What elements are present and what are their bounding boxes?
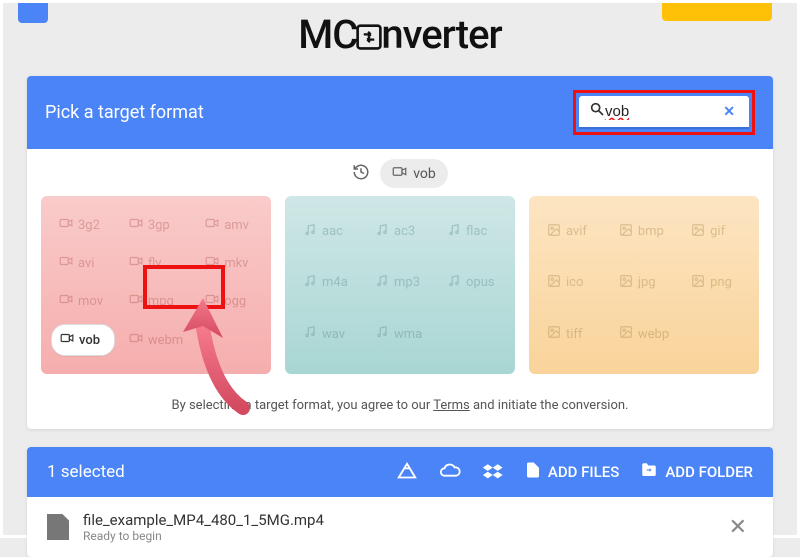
format-avi[interactable]: avi xyxy=(51,248,115,278)
video-icon xyxy=(59,254,73,272)
terms-line: By selecting a target format, you agree … xyxy=(27,388,773,429)
format-ac3[interactable]: ac3 xyxy=(367,210,433,253)
search-input[interactable] xyxy=(605,103,719,120)
search-highlight-box: ✕ xyxy=(573,90,755,135)
format-amv[interactable]: amv xyxy=(197,210,261,240)
format-flac[interactable]: flac xyxy=(439,210,505,253)
format-3gp[interactable]: 3gp xyxy=(121,210,191,240)
image-icon xyxy=(691,274,705,292)
onedrive-icon[interactable] xyxy=(438,461,462,483)
format-aac[interactable]: aac xyxy=(295,210,361,253)
format-bmp[interactable]: bmp xyxy=(611,210,677,253)
format-png[interactable]: png xyxy=(683,261,749,304)
image-icon xyxy=(547,223,561,241)
file-name: file_example_MP4_480_1_5MG.mp4 xyxy=(83,511,709,529)
file-plus-icon xyxy=(524,461,542,483)
video-icon xyxy=(129,292,143,310)
files-panel: 1 selected ADD FILES ADD FOLDER file_exa… xyxy=(27,447,773,557)
search-box[interactable]: ✕ xyxy=(579,96,749,129)
format-mpg[interactable]: mpg xyxy=(121,286,191,316)
audio-icon xyxy=(447,274,461,292)
file-status: Ready to begin xyxy=(83,529,709,543)
video-icon xyxy=(129,254,143,272)
audio-icon xyxy=(303,325,317,343)
image-icon xyxy=(619,274,633,292)
history-icon[interactable] xyxy=(352,163,370,185)
format-col-image: avifbmpgif icojpgpng tiffwebp xyxy=(529,196,759,374)
image-icon xyxy=(619,325,633,343)
gdrive-icon[interactable] xyxy=(396,461,418,483)
recent-chip-vob[interactable]: vob xyxy=(380,159,448,188)
format-gif[interactable]: gif xyxy=(683,210,749,253)
image-icon xyxy=(619,223,633,241)
recent-chip-label: vob xyxy=(413,166,436,182)
audio-icon xyxy=(447,223,461,241)
folder-plus-icon xyxy=(639,461,659,483)
panel-title: Pick a target format xyxy=(45,102,204,123)
format-mov[interactable]: mov xyxy=(51,286,115,316)
format-grid: 3g23gpamv aviflvmkv movmpgogg vobwebm aacac… xyxy=(27,196,773,388)
top-cta-button[interactable] xyxy=(662,3,772,21)
format-flv[interactable]: flv xyxy=(121,248,191,278)
file-icon xyxy=(47,514,69,540)
video-icon xyxy=(60,331,74,349)
audio-icon xyxy=(303,223,317,241)
recent-row: vob xyxy=(27,149,773,196)
terms-link[interactable]: Terms xyxy=(433,398,470,413)
format-mkv[interactable]: mkv xyxy=(197,248,261,278)
brand-suffix: nverter xyxy=(381,11,501,58)
format-jpg[interactable]: jpg xyxy=(611,261,677,304)
remove-file-icon[interactable]: ✕ xyxy=(723,515,753,540)
format-opus[interactable]: opus xyxy=(439,261,505,304)
audio-icon xyxy=(375,223,389,241)
brand-prefix: MC xyxy=(298,11,357,58)
video-icon xyxy=(129,216,143,234)
video-icon xyxy=(205,292,219,310)
convert-icon xyxy=(355,14,383,42)
video-icon xyxy=(129,331,143,349)
format-col-audio: aacac3flac m4amp3opus wavwma xyxy=(285,196,515,374)
selected-bar: 1 selected ADD FILES ADD FOLDER xyxy=(27,447,773,497)
audio-icon xyxy=(303,274,317,292)
format-m4a[interactable]: m4a xyxy=(295,261,361,304)
format-col-video: 3g23gpamv aviflvmkv movmpgogg vobwebm xyxy=(41,196,271,374)
audio-icon xyxy=(375,274,389,292)
format-avif[interactable]: avif xyxy=(539,210,605,253)
video-icon xyxy=(205,254,219,272)
video-icon xyxy=(59,216,73,234)
format-wma[interactable]: wma xyxy=(367,313,433,356)
audio-icon xyxy=(375,325,389,343)
format-3g2[interactable]: 3g2 xyxy=(51,210,115,240)
format-ogg[interactable]: ogg xyxy=(197,286,261,316)
format-mp3[interactable]: mp3 xyxy=(367,261,433,304)
video-icon xyxy=(392,164,407,183)
selected-count: 1 selected xyxy=(47,462,125,482)
search-icon xyxy=(589,101,605,122)
format-tiff[interactable]: tiff xyxy=(539,313,605,356)
dropbox-icon[interactable] xyxy=(482,461,504,483)
add-files-button[interactable]: ADD FILES xyxy=(524,461,619,483)
video-icon xyxy=(59,292,73,310)
format-webp[interactable]: webp xyxy=(611,313,677,356)
add-folder-button[interactable]: ADD FOLDER xyxy=(639,461,753,483)
clear-search-icon[interactable]: ✕ xyxy=(719,104,739,120)
image-icon xyxy=(547,274,561,292)
format-webm[interactable]: webm xyxy=(121,324,191,356)
image-icon xyxy=(691,223,705,241)
format-panel-header: Pick a target format ✕ xyxy=(27,76,773,149)
file-row: file_example_MP4_480_1_5MG.mp4 Ready to … xyxy=(27,497,773,557)
video-icon xyxy=(205,216,219,234)
format-wav[interactable]: wav xyxy=(295,313,361,356)
image-icon xyxy=(547,325,561,343)
top-blue-tab xyxy=(18,3,48,23)
format-ico[interactable]: ico xyxy=(539,261,605,304)
format-panel: Pick a target format ✕ vob 3g23gpamvavif… xyxy=(27,76,773,429)
format-vob[interactable]: vob xyxy=(51,324,115,356)
